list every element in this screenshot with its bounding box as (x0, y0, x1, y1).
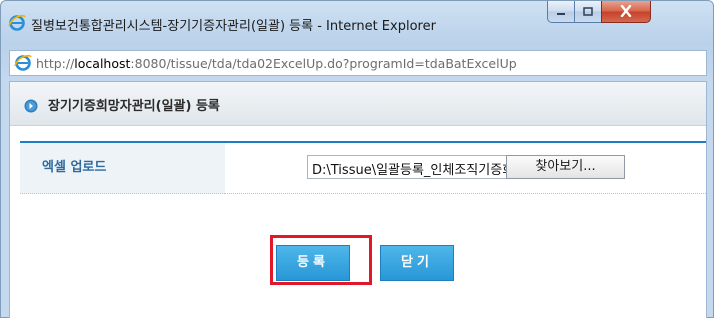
minimize-button[interactable] (547, 1, 575, 23)
page-header: 장기기증희망자관리(일괄) 등록 (10, 82, 706, 126)
register-button[interactable]: 등록 (276, 245, 350, 281)
address-bar[interactable]: http://localhost:8080/tissue/tda/tda02Ex… (9, 50, 707, 76)
url-prefix: http:// (36, 56, 75, 71)
close-button[interactable]: 닫기 (380, 245, 454, 281)
close-icon (619, 2, 633, 21)
form-value-cell: D:\Tissue\일괄등록_인체조직기증희망자.xlsx 찾아보기... (225, 143, 706, 194)
browse-button[interactable]: 찾아보기... (506, 155, 625, 179)
page-title: 장기기증희망자관리(일괄) 등록 (48, 99, 220, 114)
minimize-icon (555, 2, 567, 21)
excel-upload-label: 엑셀 업로드 (42, 160, 107, 175)
url-text: http://localhost:8080/tissue/tda/tda02Ex… (36, 56, 517, 71)
close-window-button[interactable] (601, 1, 651, 23)
circle-arrow-icon (24, 98, 38, 113)
file-upload-control: D:\Tissue\일괄등록_인체조직기증희망자.xlsx 찾아보기... (307, 155, 625, 179)
content-gutter (10, 126, 16, 318)
window-title: 질병보건통합관리시스템-장기기증자관리(일괄) 등록 - Internet Ex… (31, 19, 436, 34)
maximize-icon (582, 2, 594, 21)
upload-form-table: 엑셀 업로드 D:\Tissue\일괄등록_인체조직기증희망자.xlsx 찾아보… (20, 141, 706, 196)
url-host: localhost (74, 56, 131, 71)
url-path: :8080/tissue/tda/tda02ExcelUp.do?program… (130, 56, 517, 71)
browser-window: 질병보건통합관리시스템-장기기증자관리(일괄) 등록 - Internet Ex… (0, 0, 714, 318)
title-bar[interactable]: 질병보건통합관리시스템-장기기증자관리(일괄) 등록 - Internet Ex… (1, 1, 713, 43)
internet-explorer-icon (14, 54, 32, 72)
window-controls (547, 1, 711, 23)
file-path-input[interactable]: D:\Tissue\일괄등록_인체조직기증희망자.xlsx (307, 155, 507, 179)
maximize-button[interactable] (574, 1, 602, 23)
internet-explorer-icon (8, 14, 26, 32)
page-content: 장기기증희망자관리(일괄) 등록 엑셀 업로드 D:\Tissue\일괄등록_인… (9, 81, 707, 318)
form-label-cell: 엑셀 업로드 (20, 143, 225, 194)
